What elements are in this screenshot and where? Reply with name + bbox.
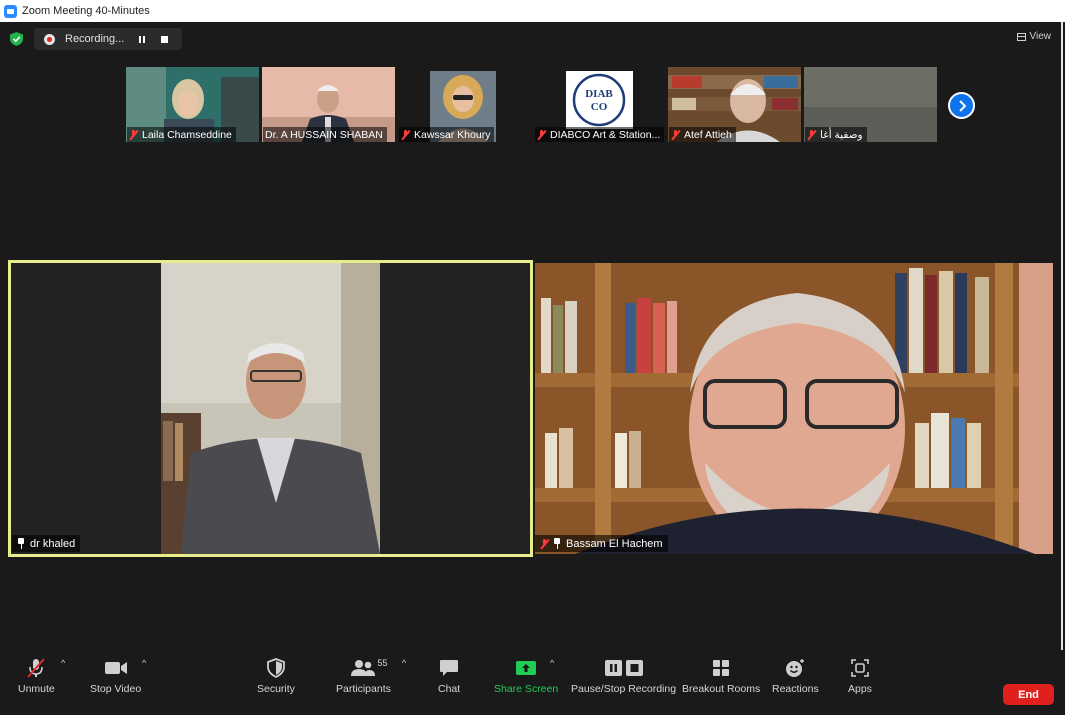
participants-button[interactable]: 55 Participants <box>336 656 391 695</box>
share-screen-button[interactable]: Share Screen <box>494 656 558 695</box>
participant-name: Kawssar Khoury <box>414 128 491 141</box>
stop-video-label: Stop Video <box>90 683 142 695</box>
participant-name: Bassam El Hachem <box>566 537 663 550</box>
diabco-logo-line-1: DIAB <box>585 88 613 100</box>
participant-video-main-2 <box>535 263 1053 554</box>
view-button[interactable]: View <box>1016 31 1052 42</box>
muted-mic-icon <box>129 129 138 140</box>
participants-label: Participants <box>336 683 391 695</box>
participant-name-tag: Laila Chamseddine <box>127 127 236 142</box>
reactions-button[interactable]: Reactions <box>772 656 819 695</box>
participant-thumbnail-5[interactable]: Atef Attieh <box>668 67 801 142</box>
stop-recording-button[interactable] <box>157 32 171 46</box>
microphone-muted-icon <box>27 658 46 678</box>
security-button[interactable]: Security <box>257 656 295 695</box>
pin-icon <box>17 538 25 549</box>
video-camera-icon <box>104 662 127 674</box>
next-page-button[interactable] <box>948 92 975 119</box>
participant-name-tag: Dr. A HUSSAIN SHABAN <box>263 127 387 142</box>
diabco-logo-line-2: CO <box>591 101 608 113</box>
audio-options-caret-icon[interactable]: ^ <box>61 658 71 668</box>
video-tile-active-speaker[interactable]: dr khaled <box>8 260 533 557</box>
muted-mic-icon <box>671 129 680 140</box>
chat-label: Chat <box>438 683 461 695</box>
muted-mic-icon <box>807 129 816 140</box>
end-meeting-button[interactable]: End <box>1003 684 1054 705</box>
participant-name-tag: Bassam El Hachem <box>535 535 668 552</box>
share-screen-label: Share Screen <box>494 683 559 695</box>
pause-stop-recording-button[interactable]: Pause/Stop Recording <box>571 656 676 695</box>
pause-icon <box>139 35 145 43</box>
window-titlebar: Zoom Meeting 40-Minutes <box>0 0 1065 22</box>
apps-icon <box>851 659 869 677</box>
recording-indicator: Recording... <box>34 28 182 50</box>
video-tile-participant[interactable]: Bassam El Hachem <box>535 263 1053 554</box>
chat-button[interactable]: Chat <box>438 656 460 695</box>
participant-name: dr khaled <box>30 537 76 550</box>
meeting-toolbar: Unmute ^ Stop Video ^ Security 55 Partic… <box>0 650 1063 715</box>
breakout-rooms-button[interactable]: Breakout Rooms <box>682 656 760 695</box>
participant-name-tag: وصفية أغا <box>805 127 867 142</box>
participant-thumbnail-1[interactable]: Laila Chamseddine <box>126 67 259 142</box>
participant-name-tag: DIABCO Art & Station... <box>535 127 665 142</box>
participant-thumbnail-2[interactable]: Dr. A HUSSAIN SHABAN <box>262 67 395 142</box>
participant-thumbnail-6[interactable]: وصفية أغا <box>804 67 937 142</box>
video-options-caret-icon[interactable]: ^ <box>142 658 152 668</box>
apps-label: Apps <box>848 683 872 695</box>
participant-name-tag: Kawssar Khoury <box>399 127 495 142</box>
pause-stop-recording-icon <box>604 660 643 676</box>
stop-icon <box>160 35 168 43</box>
reactions-smiley-icon <box>786 659 805 677</box>
view-grid-icon <box>1016 32 1026 41</box>
chat-bubble-icon <box>440 660 459 676</box>
participant-thumbnail-4[interactable]: DIAB CO DIABCO Art & Station... <box>534 67 667 142</box>
participant-name: Atef Attieh <box>684 128 732 141</box>
pause-recording-button[interactable] <box>135 32 149 46</box>
muted-mic-icon <box>401 129 410 140</box>
stop-video-button[interactable]: Stop Video <box>90 656 141 695</box>
pin-icon <box>553 538 561 549</box>
participant-name: Laila Chamseddine <box>142 128 232 141</box>
recording-dot-icon <box>44 33 55 45</box>
window-title: Zoom Meeting 40-Minutes <box>22 5 150 17</box>
share-screen-icon <box>516 661 537 675</box>
participant-video-main-1 <box>11 263 530 554</box>
participants-count: 55 <box>377 658 388 668</box>
participants-icon <box>351 660 376 676</box>
breakout-rooms-label: Breakout Rooms <box>682 683 761 695</box>
breakout-rooms-icon <box>713 660 730 676</box>
unmute-label: Unmute <box>18 683 55 695</box>
reactions-label: Reactions <box>772 683 819 695</box>
view-label: View <box>1029 31 1052 42</box>
apps-button[interactable]: Apps <box>848 656 872 695</box>
participant-name-tag: Atef Attieh <box>669 127 736 142</box>
unmute-button[interactable]: Unmute <box>18 656 55 695</box>
share-options-caret-icon[interactable]: ^ <box>550 658 560 668</box>
participant-name: وصفية أغا <box>820 128 863 141</box>
zoom-app-icon <box>4 4 17 18</box>
participant-name: DIABCO Art & Station... <box>550 128 661 141</box>
encryption-shield-icon[interactable] <box>10 32 23 46</box>
participant-thumbnail-3[interactable]: Kawssar Khoury <box>398 67 531 142</box>
security-shield-icon <box>267 658 285 678</box>
participant-name-tag: dr khaled <box>12 535 81 552</box>
pause-stop-recording-label: Pause/Stop Recording <box>571 683 677 695</box>
meeting-stage: Recording... View Laila Chamseddine Dr. … <box>0 22 1063 715</box>
muted-mic-icon <box>540 538 549 549</box>
chevron-right-icon <box>958 99 966 112</box>
security-label: Security <box>257 683 295 695</box>
participant-name: Dr. A HUSSAIN SHABAN <box>265 128 383 141</box>
recording-label: Recording... <box>65 33 125 45</box>
participants-options-caret-icon[interactable]: ^ <box>402 658 412 668</box>
muted-mic-icon <box>537 129 546 140</box>
